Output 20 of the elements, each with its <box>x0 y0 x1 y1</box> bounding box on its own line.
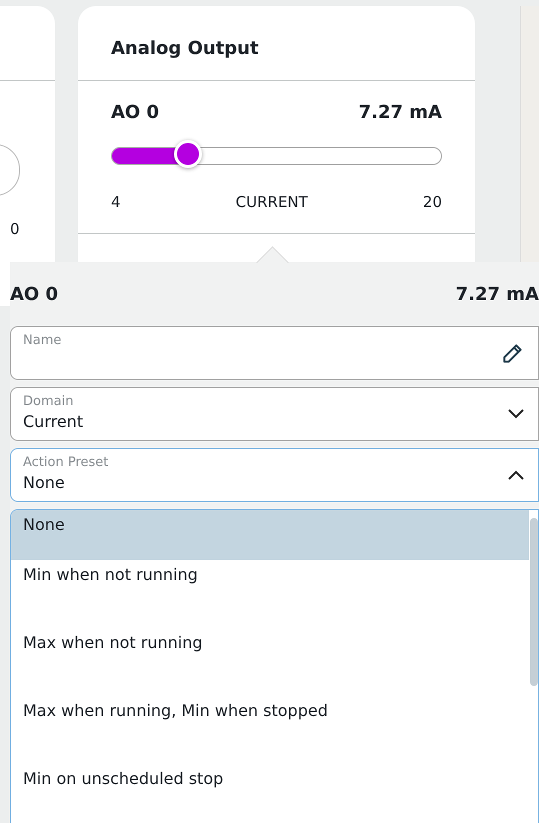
max-label: 20 <box>422 193 442 211</box>
channel-reading: 7.27 mA <box>456 284 539 305</box>
channel-name: AO 0 <box>111 102 160 123</box>
channel-reading: 7.27 mA <box>358 102 442 123</box>
dropdown-option[interactable]: None <box>11 510 529 560</box>
slider-thumb[interactable] <box>174 140 202 168</box>
select-field[interactable]: Domain Current <box>10 387 539 441</box>
card-title: Analog Output <box>110 37 260 61</box>
dropdown-option[interactable]: Max when not running <box>11 628 529 696</box>
min-label: 4 <box>111 193 121 211</box>
domain-label: CURRENT <box>236 193 308 211</box>
dropdown-option[interactable]: Max when running, Min when stopped <box>11 696 529 764</box>
chevron-down-icon[interactable] <box>506 408 526 420</box>
chevron-up-icon[interactable] <box>506 469 526 481</box>
dropdown-option[interactable]: Min on unscheduled stop <box>11 764 529 823</box>
dropdown-option[interactable]: Min when not running <box>11 560 529 628</box>
scrollbar[interactable] <box>530 518 538 686</box>
channel-name: AO 0 <box>10 284 58 305</box>
value-text: 0 <box>10 220 21 238</box>
select-field[interactable]: Action Preset None <box>10 448 539 502</box>
